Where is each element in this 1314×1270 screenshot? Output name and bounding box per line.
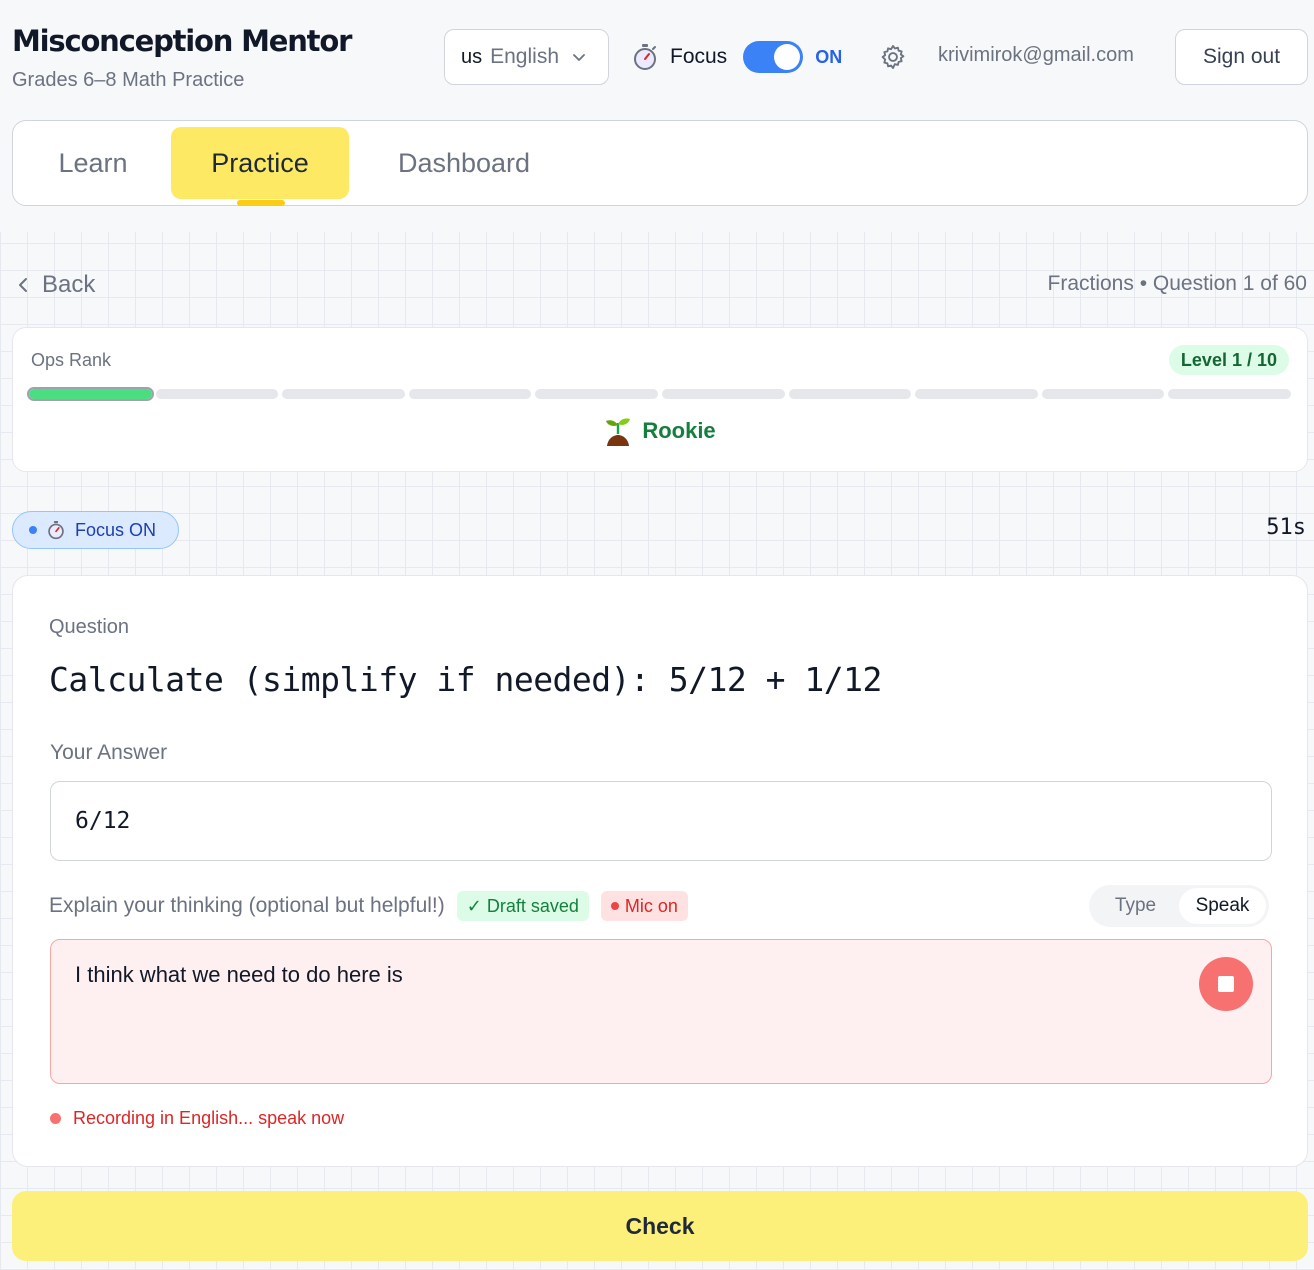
recording-status-text: Recording in English... speak now: [73, 1108, 345, 1128]
language-select[interactable]: us English: [444, 29, 609, 85]
level-badge: Level 1 / 10: [1168, 345, 1289, 375]
rank-segment: [1041, 389, 1165, 399]
focus-label: Focus: [670, 45, 728, 68]
flag-icon: us: [461, 45, 483, 68]
main-tabs: Learn Practice Dashboard: [12, 120, 1308, 206]
rank-segment: [408, 389, 532, 399]
explain-header: Explain your thinking (optional but help…: [49, 890, 688, 922]
stopwatch-icon: [634, 44, 656, 70]
breadcrumb: Fractions • Question 1 of 60: [1047, 272, 1308, 295]
question-card: Question Calculate (simplify if needed):…: [12, 575, 1308, 1167]
seedling-icon: [606, 418, 631, 446]
rank-segment: [1168, 389, 1291, 399]
focus-control: Focus ON: [632, 36, 842, 78]
draft-saved-badge: ✓ Draft saved: [456, 891, 589, 921]
top-bar: Misconception Mentor Grades 6–8 Math Pra…: [0, 0, 1314, 232]
app-subtitle: Grades 6–8 Math Practice: [12, 69, 245, 91]
question-timer: 51s: [1266, 515, 1306, 540]
input-mode-toggle: Type Speak: [1089, 885, 1269, 927]
rank-segment: [155, 389, 279, 399]
mic-dot: [610, 902, 619, 910]
focus-status-pill: Focus ON: [12, 511, 179, 549]
recording-dot: [50, 1113, 61, 1124]
active-tab-indicator: [237, 200, 285, 206]
question-label: Question: [49, 616, 130, 638]
focus-pill-label: Focus ON: [75, 519, 157, 540]
sign-out-button[interactable]: Sign out: [1175, 29, 1308, 85]
app-title: Misconception Mentor: [12, 24, 352, 58]
tab-practice[interactable]: Practice: [171, 127, 349, 199]
rank-segment: [662, 389, 785, 399]
mic-badge-label: Mic on: [624, 895, 678, 916]
back-label: Back: [42, 271, 96, 298]
gear-icon[interactable]: [879, 43, 907, 71]
tab-learn[interactable]: Learn: [35, 127, 151, 199]
rank-segment: [27, 387, 154, 401]
focus-toggle-state: ON: [815, 46, 843, 67]
answer-label: Your Answer: [50, 741, 168, 764]
mic-on-badge: Mic on: [600, 891, 688, 921]
status-dot: [29, 526, 37, 534]
question-text: Calculate (simplify if needed): 5/12 + 1…: [49, 660, 882, 699]
language-selected: English: [490, 45, 560, 68]
stopwatch-icon: [48, 521, 64, 540]
rank-segment: [915, 389, 1038, 399]
chevron-down-icon: [573, 54, 585, 61]
rank-segment: [788, 389, 912, 399]
stop-icon: [1218, 976, 1234, 992]
mode-type-option[interactable]: Type: [1092, 888, 1179, 924]
mode-speak-option[interactable]: Speak: [1179, 888, 1266, 924]
focus-toggle[interactable]: [743, 41, 804, 73]
check-button[interactable]: Check: [12, 1191, 1308, 1261]
answer-input[interactable]: [50, 781, 1272, 861]
rank-name: Rookie: [642, 418, 716, 443]
rank-title: Rookie: [13, 416, 1307, 446]
chevron-left-icon: [19, 278, 27, 292]
toggle-knob: [774, 44, 801, 70]
rank-segment: [535, 389, 658, 399]
tab-dashboard[interactable]: Dashboard: [371, 127, 557, 199]
rank-label: Ops Rank: [31, 350, 112, 370]
user-email: krivimirok@gmail.com: [938, 44, 1134, 66]
recording-status: Recording in English... speak now: [50, 1108, 344, 1129]
back-link[interactable]: Back: [16, 270, 95, 300]
rank-card: Ops Rank Level 1 / 10 Rookie: [12, 327, 1308, 472]
explain-label: Explain your thinking (optional but help…: [49, 894, 445, 917]
rank-segment: [282, 389, 405, 399]
rank-progress-bar: [27, 387, 1291, 401]
explanation-textarea[interactable]: I think what we need to do here is: [50, 939, 1272, 1084]
stop-recording-button[interactable]: [1199, 957, 1253, 1011]
